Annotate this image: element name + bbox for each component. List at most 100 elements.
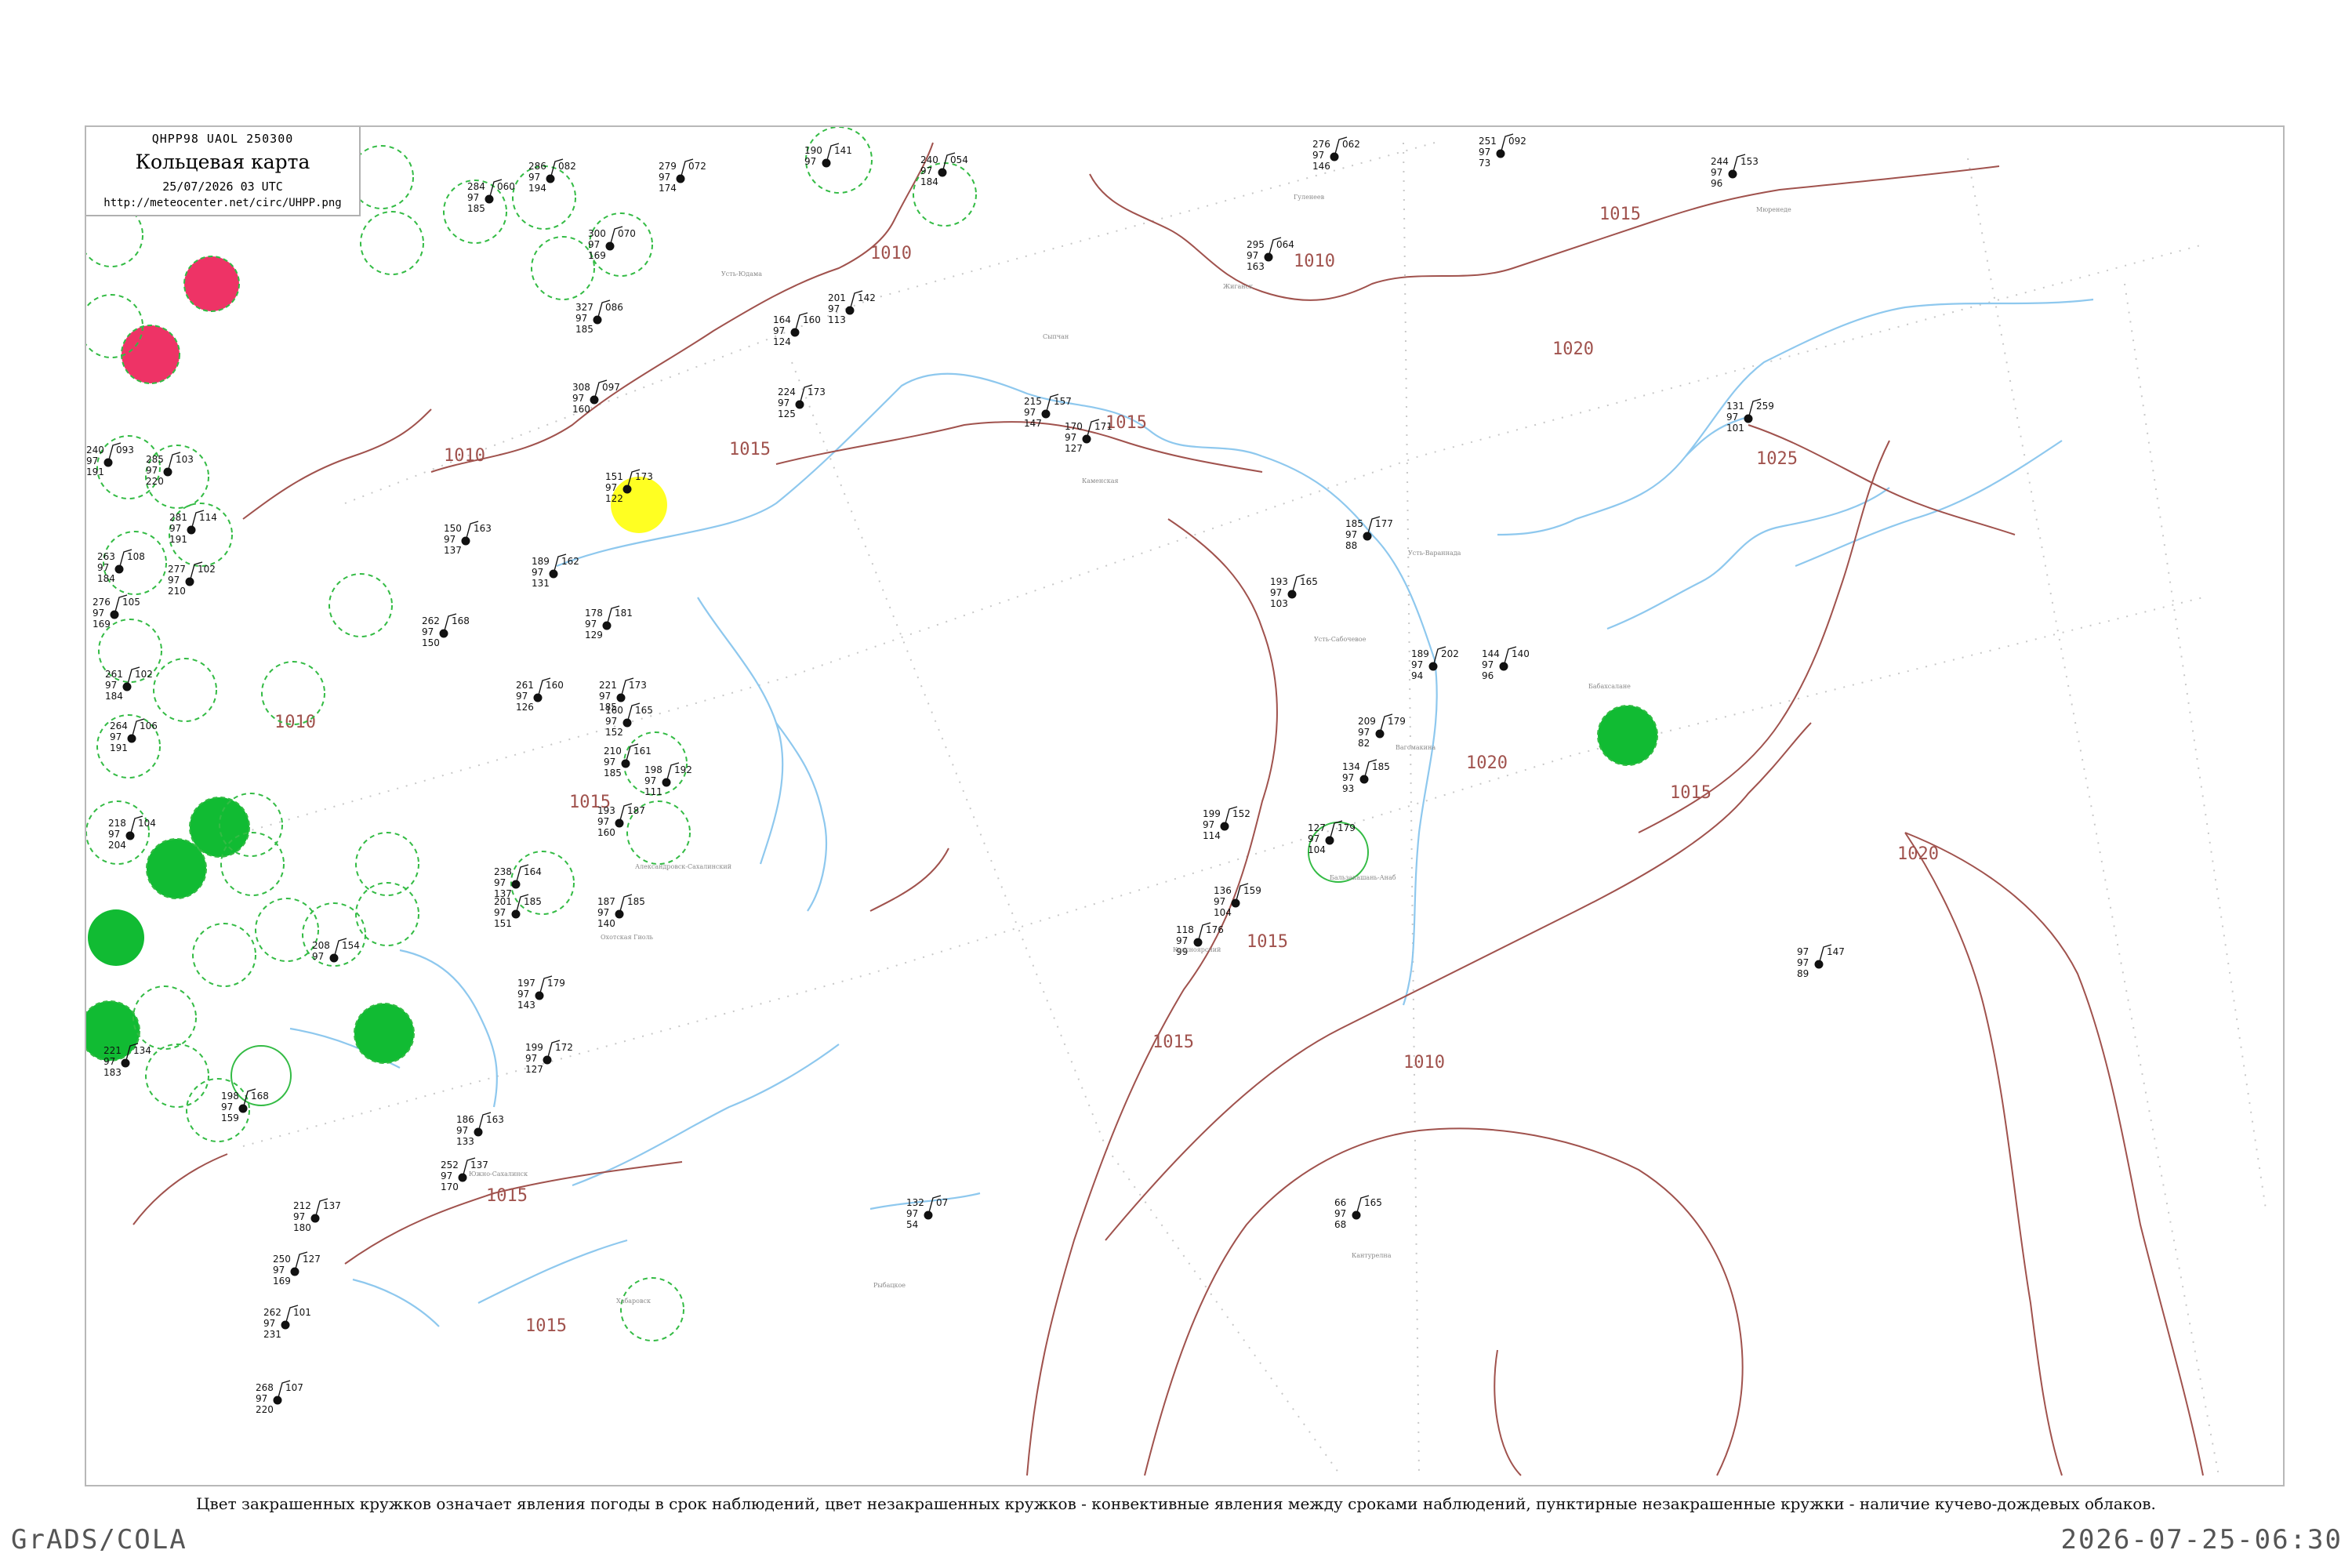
station-plot[interactable]: 276 062 14697 xyxy=(1312,136,1360,172)
station-value-t: 185 xyxy=(575,324,593,335)
station-plot[interactable]: 170 171 12797 xyxy=(1065,419,1112,454)
station-plot[interactable]: 66 165 6897 xyxy=(1334,1195,1382,1230)
station-value-p: 127 xyxy=(1308,822,1326,833)
station-plot[interactable]: 97 1478997 xyxy=(1797,944,1845,979)
station-plot[interactable]: 187 185 14097 xyxy=(597,894,645,929)
station-plot[interactable]: 277 102 21097 xyxy=(168,561,216,597)
station-value-v: 141 xyxy=(834,145,852,156)
station-plot[interactable]: 160 165 15297 xyxy=(605,702,653,738)
station-value-p: 221 xyxy=(103,1045,122,1056)
rain-marker[interactable] xyxy=(1597,705,1658,766)
station-value-v: 137 xyxy=(323,1200,341,1211)
station-temp: 97 xyxy=(221,1102,233,1112)
station-plot[interactable]: 327 086 18597 xyxy=(575,299,623,335)
station-name: Александровск-Сахалинский xyxy=(635,863,731,870)
station-plot[interactable]: 285 103 22097 xyxy=(146,452,194,487)
station-value-t: 180 xyxy=(293,1222,311,1233)
rain-marker[interactable] xyxy=(354,1003,415,1064)
station-value-t: 169 xyxy=(273,1276,291,1287)
cb-circle[interactable] xyxy=(192,923,256,987)
station-plot[interactable]: 300 070 16997 xyxy=(588,226,636,261)
station-temp: 97 xyxy=(1308,833,1319,844)
station-plot[interactable]: 240 054 18497 xyxy=(920,152,968,187)
cb-circle[interactable] xyxy=(255,898,319,962)
station-name: Красноярсний xyxy=(1173,946,1221,953)
station-plot[interactable]: 261 102 18497 xyxy=(105,666,153,702)
cb-circle[interactable] xyxy=(132,985,197,1050)
cb-circle[interactable] xyxy=(531,236,595,300)
station-value-t: 160 xyxy=(572,404,590,415)
cb-circle[interactable] xyxy=(512,165,576,230)
station-plot[interactable]: 201 185 15197 xyxy=(494,894,542,929)
station-value-t: 133 xyxy=(456,1136,474,1147)
station-plot[interactable]: 244 153 9697 xyxy=(1711,154,1759,189)
station-value-p: 281 xyxy=(169,512,187,523)
cb-circle[interactable] xyxy=(153,658,217,722)
station-plot[interactable]: 212 137 18097 xyxy=(293,1198,341,1233)
cb-circle[interactable] xyxy=(355,832,419,896)
station-plot[interactable]: 263 108 18497 xyxy=(97,549,145,584)
map-url[interactable]: http://meteocenter.net/circ/UHPP.png xyxy=(86,197,359,209)
station-plot[interactable]: 201 142 11397 xyxy=(828,290,876,325)
station-plot[interactable]: 193 187 16097 xyxy=(597,803,645,838)
station-plot[interactable]: 208 154 97 xyxy=(312,938,360,963)
station-plot[interactable]: 251 092 7397 xyxy=(1479,133,1526,169)
station-plot[interactable]: 131 259 10197 xyxy=(1726,398,1774,434)
station-plot[interactable]: 262 101 23197 xyxy=(263,1305,311,1340)
station-plot[interactable]: 279 072 17497 xyxy=(659,158,706,194)
station-plot[interactable]: 197 179 14397 xyxy=(517,975,565,1011)
station-plot[interactable]: 308 097 16097 xyxy=(572,379,620,415)
station-value-v: 072 xyxy=(688,161,706,172)
station-plot[interactable]: 264 106 19197 xyxy=(110,718,158,753)
station-plot[interactable]: 189 162 13197 xyxy=(532,554,579,589)
station-value-p: 178 xyxy=(585,608,603,619)
rain-marker[interactable] xyxy=(88,909,144,966)
station-plot[interactable]: 185 177 8897 xyxy=(1345,516,1393,551)
station-plot[interactable]: 224 173 12597 xyxy=(778,384,826,419)
cb-circle[interactable] xyxy=(328,573,393,637)
station-plot[interactable]: 286 082 19497 xyxy=(528,158,576,194)
station-temp: 97 xyxy=(444,534,456,545)
station-plot[interactable]: 193 165 10397 xyxy=(1270,574,1318,609)
station-plot[interactable]: 164 160 12497 xyxy=(773,312,821,347)
station-plot[interactable]: 295 064 16397 xyxy=(1247,237,1294,272)
station-plot[interactable]: 127 179 10497 xyxy=(1308,820,1356,855)
station-plot[interactable]: 190 141 97 xyxy=(804,143,852,168)
station-plot[interactable]: 261 160 12697 xyxy=(516,677,564,713)
station-plot[interactable]: 276 105 16997 xyxy=(93,594,140,630)
station-plot[interactable]: 189 202 9497 xyxy=(1411,646,1459,681)
station-plot[interactable]: 134 185 9397 xyxy=(1342,759,1390,794)
station-value-t: 160 xyxy=(597,827,615,838)
cb-circle[interactable] xyxy=(620,1277,684,1341)
station-plot[interactable]: 281 114 19197 xyxy=(169,510,217,545)
coastline xyxy=(289,298,2094,1327)
station-plot[interactable]: 186 163 13397 xyxy=(456,1112,504,1147)
station-plot[interactable]: 268 107 22097 xyxy=(256,1380,303,1415)
thunderstorm-marker[interactable] xyxy=(121,325,180,384)
cb-circle[interactable] xyxy=(360,211,424,275)
station-plot[interactable]: 150 163 13797 xyxy=(444,521,492,556)
station-plot[interactable]: 262 168 15097 xyxy=(422,613,470,648)
cb-circle[interactable] xyxy=(145,1044,209,1108)
cb-circle[interactable] xyxy=(103,531,167,595)
station-plots: 276 06214697 251 0927397 244 1539697 295 064163… xyxy=(86,133,1845,1415)
station-plot[interactable]: 199 152 11497 xyxy=(1203,806,1250,841)
station-plot[interactable]: 199 172 12797 xyxy=(525,1040,573,1075)
station-plot[interactable]: 240 093 19197 xyxy=(86,442,134,477)
station-name: Сыпчан xyxy=(1043,333,1069,340)
station-plot[interactable]: 178 181 12997 xyxy=(585,605,633,641)
station-temp: 97 xyxy=(599,691,611,702)
station-plot[interactable]: 238 16413797 xyxy=(494,864,542,899)
synoptic-map[interactable]: 1010 1010 1015 1015 1015 1020 1025 1020 … xyxy=(85,125,2285,1486)
cb-circle[interactable] xyxy=(510,851,575,915)
station-plot[interactable]: 198 168 15997 xyxy=(221,1088,269,1123)
station-value-p: 197 xyxy=(517,978,535,989)
fog-marker[interactable] xyxy=(611,477,667,533)
rain-marker[interactable] xyxy=(146,838,207,899)
thunderstorm-marker[interactable] xyxy=(183,256,240,312)
cb-circle[interactable] xyxy=(220,832,285,896)
station-value-p: 134 xyxy=(1342,761,1360,772)
station-value-p: 201 xyxy=(494,896,512,907)
station-plot[interactable]: 144 140 9697 xyxy=(1482,646,1530,681)
station-plot[interactable]: 250 127 16997 xyxy=(273,1251,321,1287)
